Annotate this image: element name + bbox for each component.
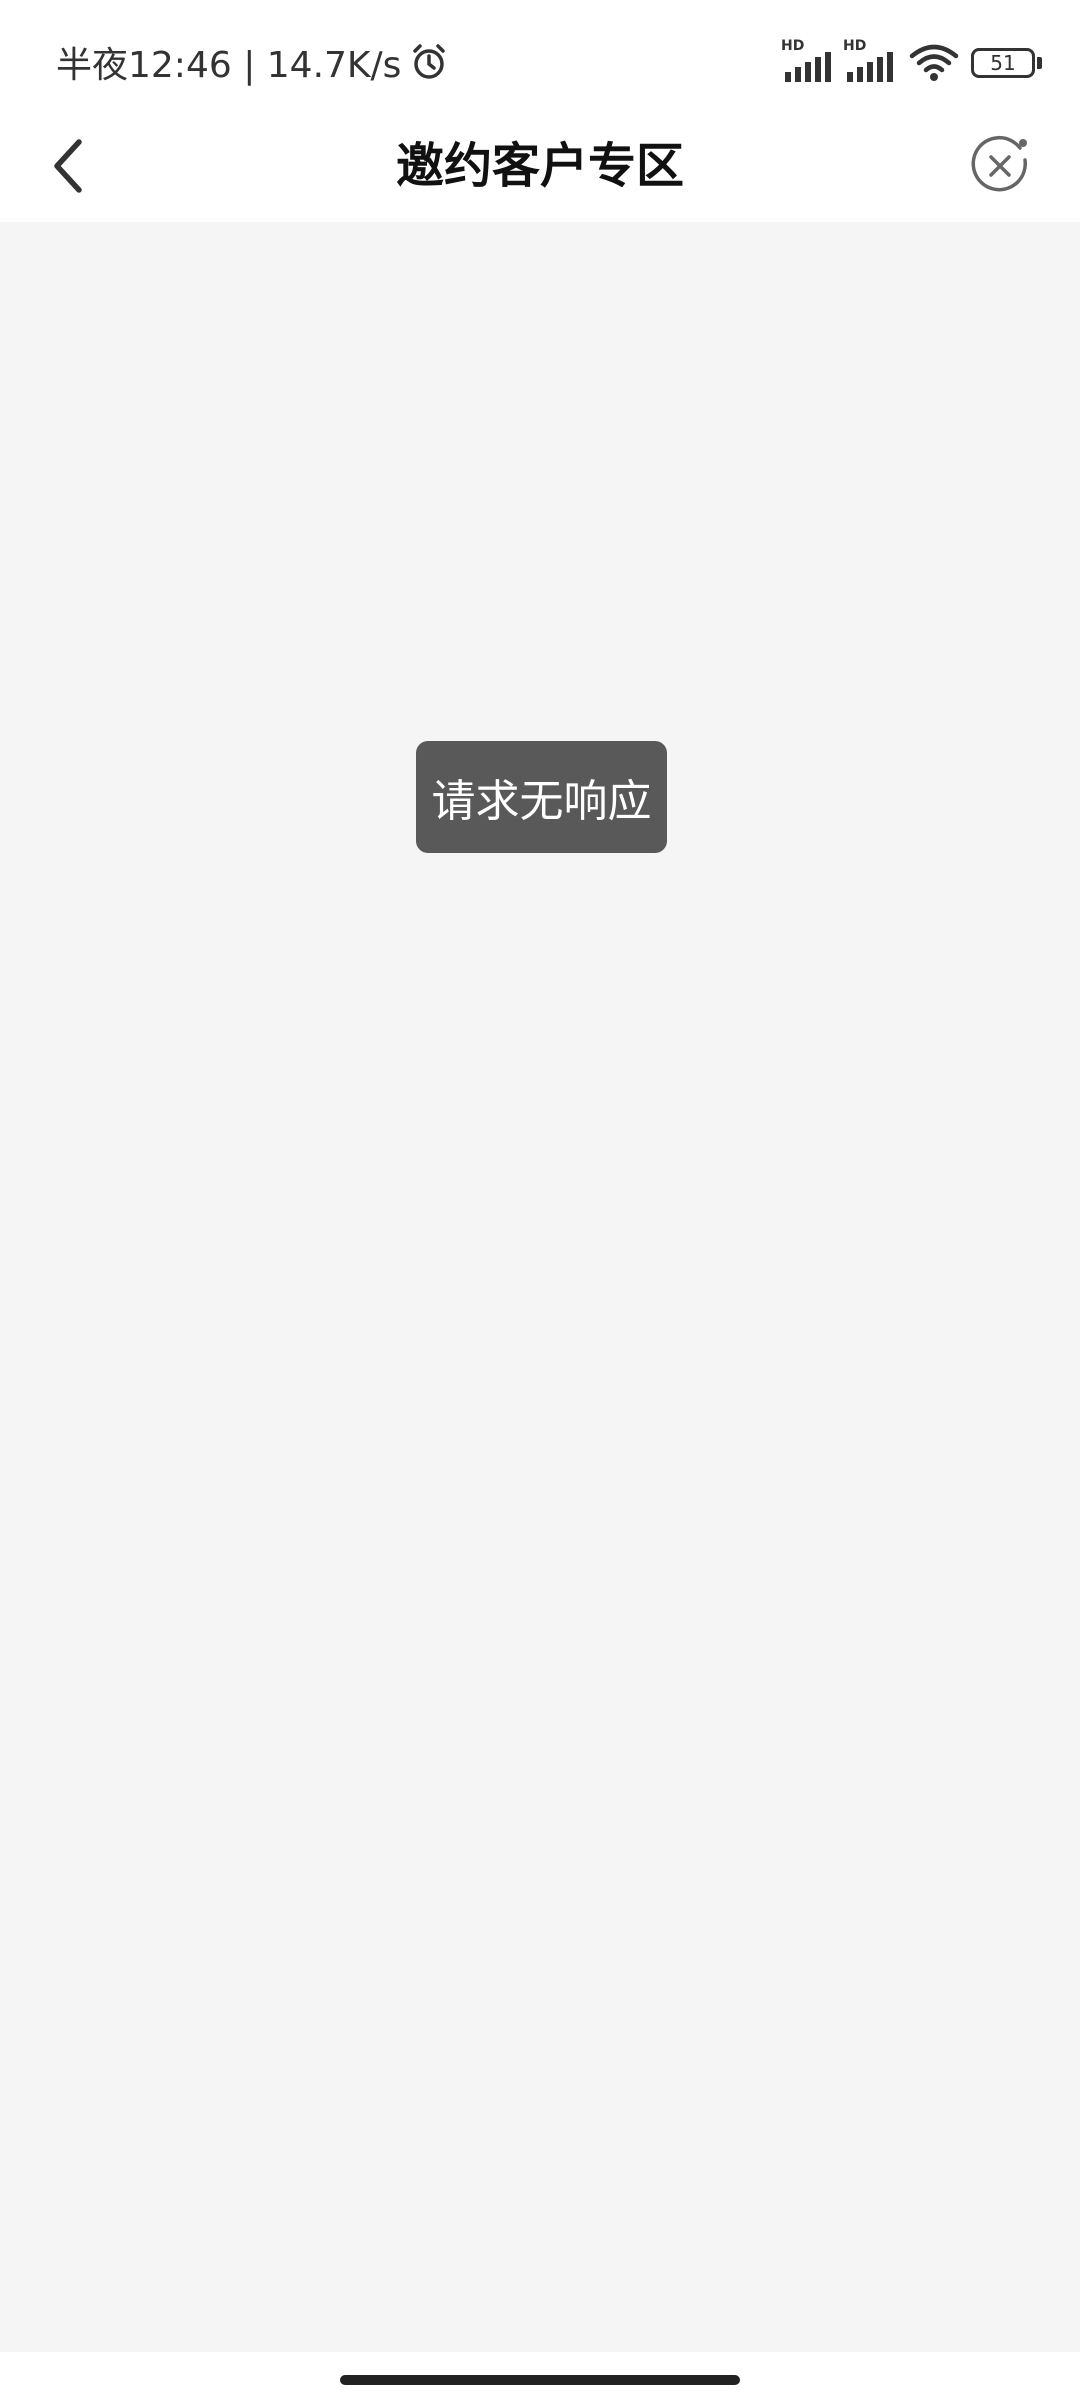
home-indicator[interactable] <box>340 2375 740 2385</box>
alarm-icon <box>409 42 449 82</box>
signal-icon: HD <box>781 38 835 82</box>
status-left: 半夜12:46 | 14.7K/s <box>56 36 449 88</box>
home-indicator-area <box>0 2352 1080 2400</box>
status-right: HD HD 51 <box>781 38 1042 86</box>
wifi-icon <box>909 44 959 81</box>
battery-level: 51 <box>990 51 1016 75</box>
toast-text: 请求无响应 <box>431 776 652 827</box>
app-screen: 半夜12:46 | 14.7K/s HD HD 51 邀约客户专区 请求无响应 <box>0 0 1080 2400</box>
page-title: 邀约客户专区 <box>395 138 684 194</box>
close-button[interactable] <box>962 128 1038 204</box>
nav-bar: 邀约客户专区 <box>0 110 1080 222</box>
toast-message: 请求无响应 <box>416 741 667 853</box>
status-time: 半夜12:46 | 14.7K/s <box>56 45 402 86</box>
back-button[interactable] <box>30 128 106 204</box>
signal-icon: HD <box>843 38 897 82</box>
status-bar: 半夜12:46 | 14.7K/s HD HD 51 <box>0 0 1080 110</box>
chevron-left-icon <box>54 139 82 193</box>
close-circle-icon <box>971 135 1028 192</box>
content-area: 请求无响应 <box>0 222 1080 2352</box>
battery-cap <box>1037 57 1042 69</box>
battery-icon: 51 <box>971 48 1035 78</box>
